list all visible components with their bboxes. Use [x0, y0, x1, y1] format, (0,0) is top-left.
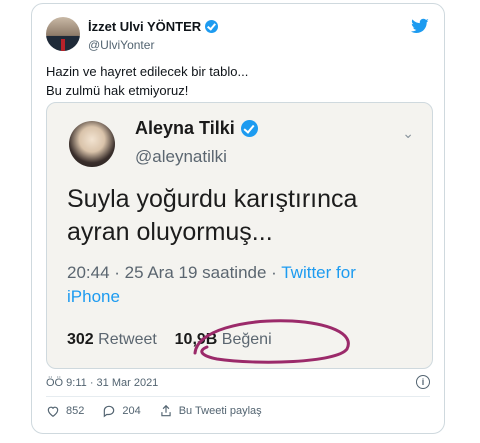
embedded-avatar — [69, 121, 115, 167]
embedded-verified-icon — [240, 120, 258, 137]
reply-button[interactable]: 204 — [102, 404, 141, 418]
embedded-retweet-label: Retweet — [98, 331, 157, 348]
tweet-text-line-1: Hazin ve hayret edilecek bir tablo... — [46, 64, 249, 79]
embedded-retweet-count: 302 — [67, 331, 94, 348]
embedded-meta-time: 20:44 · 25 Ara 19 saatinde · — [67, 263, 282, 282]
share-label: Bu Tweeti paylaş — [178, 405, 262, 417]
like-count: 852 — [66, 405, 85, 417]
embedded-text: Suyla yoğurdu karıştırınca ayran oluyorm… — [67, 183, 357, 249]
scribble-circle-annotation — [193, 319, 350, 364]
author-name[interactable]: İzzet Ulvi YÖNTER — [88, 19, 201, 34]
like-button[interactable]: 852 — [46, 404, 84, 418]
tweet-timestamp[interactable]: ÖÖ 9:11 · 31 Mar 2021 — [46, 377, 158, 389]
twitter-bird-icon[interactable] — [410, 17, 430, 35]
reply-count: 204 — [122, 405, 141, 417]
tweet-text: Hazin ve hayret edilecek bir tablo... Bu… — [46, 62, 248, 100]
action-bar: 852 204 Bu Tweeti paylaş — [46, 404, 280, 418]
reply-icon — [104, 405, 115, 418]
info-icon[interactable]: i — [416, 375, 430, 389]
tweet-text-line-2: Bu zulmü hak etmiyoruz! — [46, 83, 189, 98]
share-icon — [161, 404, 171, 417]
author-handle[interactable]: @UlviYonter — [88, 38, 218, 52]
verified-badge-icon — [205, 20, 219, 33]
chevron-down-icon: ⌄ — [402, 125, 414, 141]
heart-icon — [47, 406, 59, 417]
author-avatar[interactable] — [46, 17, 80, 51]
embedded-name: Aleyna Tilki — [135, 118, 235, 138]
tweet-card[interactable]: İzzet Ulvi YÖNTER @UlviYonter Hazin ve h… — [31, 3, 445, 434]
embedded-name-row: Aleyna Tilki — [135, 118, 258, 139]
share-button[interactable]: Bu Tweeti paylaş — [159, 404, 262, 418]
embedded-meta: 20:44 · 25 Ara 19 saatinde · Twitter for… — [67, 261, 407, 309]
embedded-text-line-1: Suyla yoğurdu karıştırınca — [67, 185, 358, 213]
divider — [46, 396, 430, 397]
embedded-text-line-2: ayran oluyormuş... — [67, 218, 273, 246]
embedded-handle: @aleynatilki — [135, 147, 227, 166]
author-block[interactable]: İzzet Ulvi YÖNTER @UlviYonter — [88, 18, 219, 52]
tweet-media-image[interactable]: Aleyna Tilki @aleynatilki ⌄ Suyla yoğurd… — [46, 102, 433, 369]
